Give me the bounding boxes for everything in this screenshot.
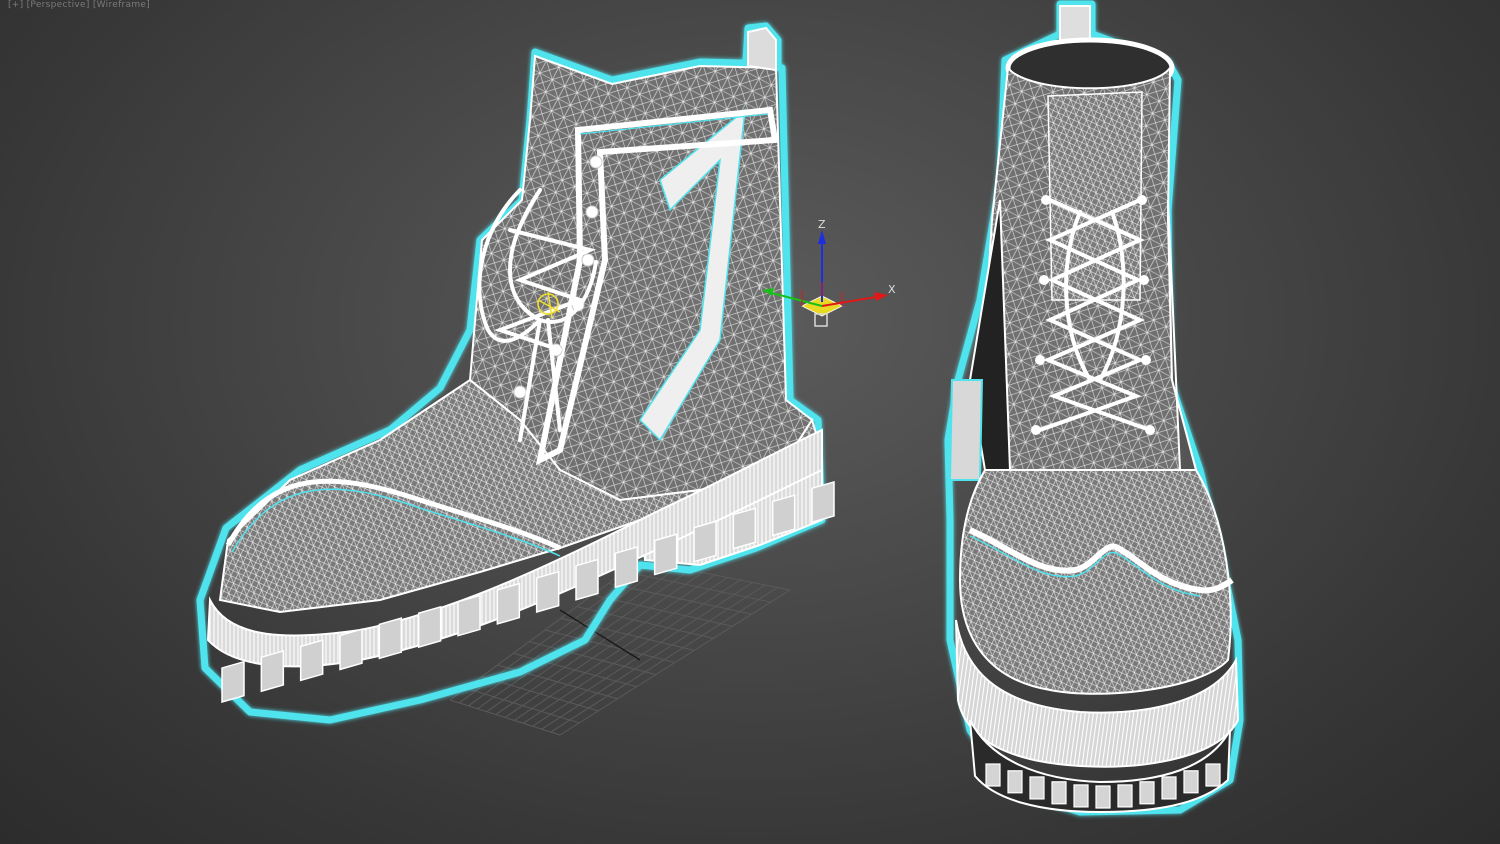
sole-lug: [693, 520, 717, 563]
boot-front-view[interactable]: [944, 0, 1244, 816]
sole-lug: [457, 594, 481, 637]
gizmo-x-arrow-icon: [874, 292, 888, 301]
sole-lug: [417, 605, 442, 649]
sole-lug: [1205, 763, 1221, 787]
sole-lug: [771, 494, 796, 537]
sole-lug: [221, 660, 245, 703]
sole-lug: [1117, 784, 1133, 808]
sole-lug: [1095, 785, 1111, 809]
sole-lug: [811, 480, 835, 524]
grid-line: [559, 589, 791, 736]
sole-lug: [299, 639, 324, 682]
boot-side-pull-tab: [747, 26, 777, 72]
boot-front-tongue: [1047, 91, 1143, 301]
gizmo-z-arrow-icon: [818, 230, 826, 244]
boot-front-pull-tab: [1059, 5, 1091, 41]
perspective-viewport[interactable]: [+] [Perspective] [Wireframe] Z X Y: [0, 0, 1500, 844]
sole-lug: [260, 649, 285, 693]
gizmo-y-label: Y: [755, 280, 763, 293]
sole-lug: [1161, 776, 1177, 800]
sole-lug: [1007, 770, 1023, 794]
gizmo-x-label: X: [888, 283, 896, 296]
sole-lug: [535, 570, 560, 613]
boot-front-toe: [958, 469, 1232, 695]
sole-lug: [575, 558, 599, 601]
sole-lug: [653, 533, 678, 576]
sole-lug: [1073, 784, 1089, 808]
viewport-scene[interactable]: Z X Y: [0, 0, 1500, 844]
sole-lug: [1183, 770, 1199, 794]
gizmo-z-label: Z: [818, 218, 826, 231]
sole-lug: [1139, 781, 1155, 805]
sole-lug: [732, 507, 757, 550]
boot-side-view[interactable]: [196, 22, 835, 724]
sole-lug: [1051, 781, 1067, 805]
boot-front-heel: [948, 379, 984, 481]
sole-lug: [339, 628, 363, 671]
sole-lug: [985, 763, 1001, 787]
sole-lug: [496, 582, 521, 625]
sole-lug: [1029, 776, 1045, 800]
sole-lug: [378, 617, 403, 660]
sole-lug: [614, 546, 639, 589]
grid-line: [532, 582, 753, 727]
